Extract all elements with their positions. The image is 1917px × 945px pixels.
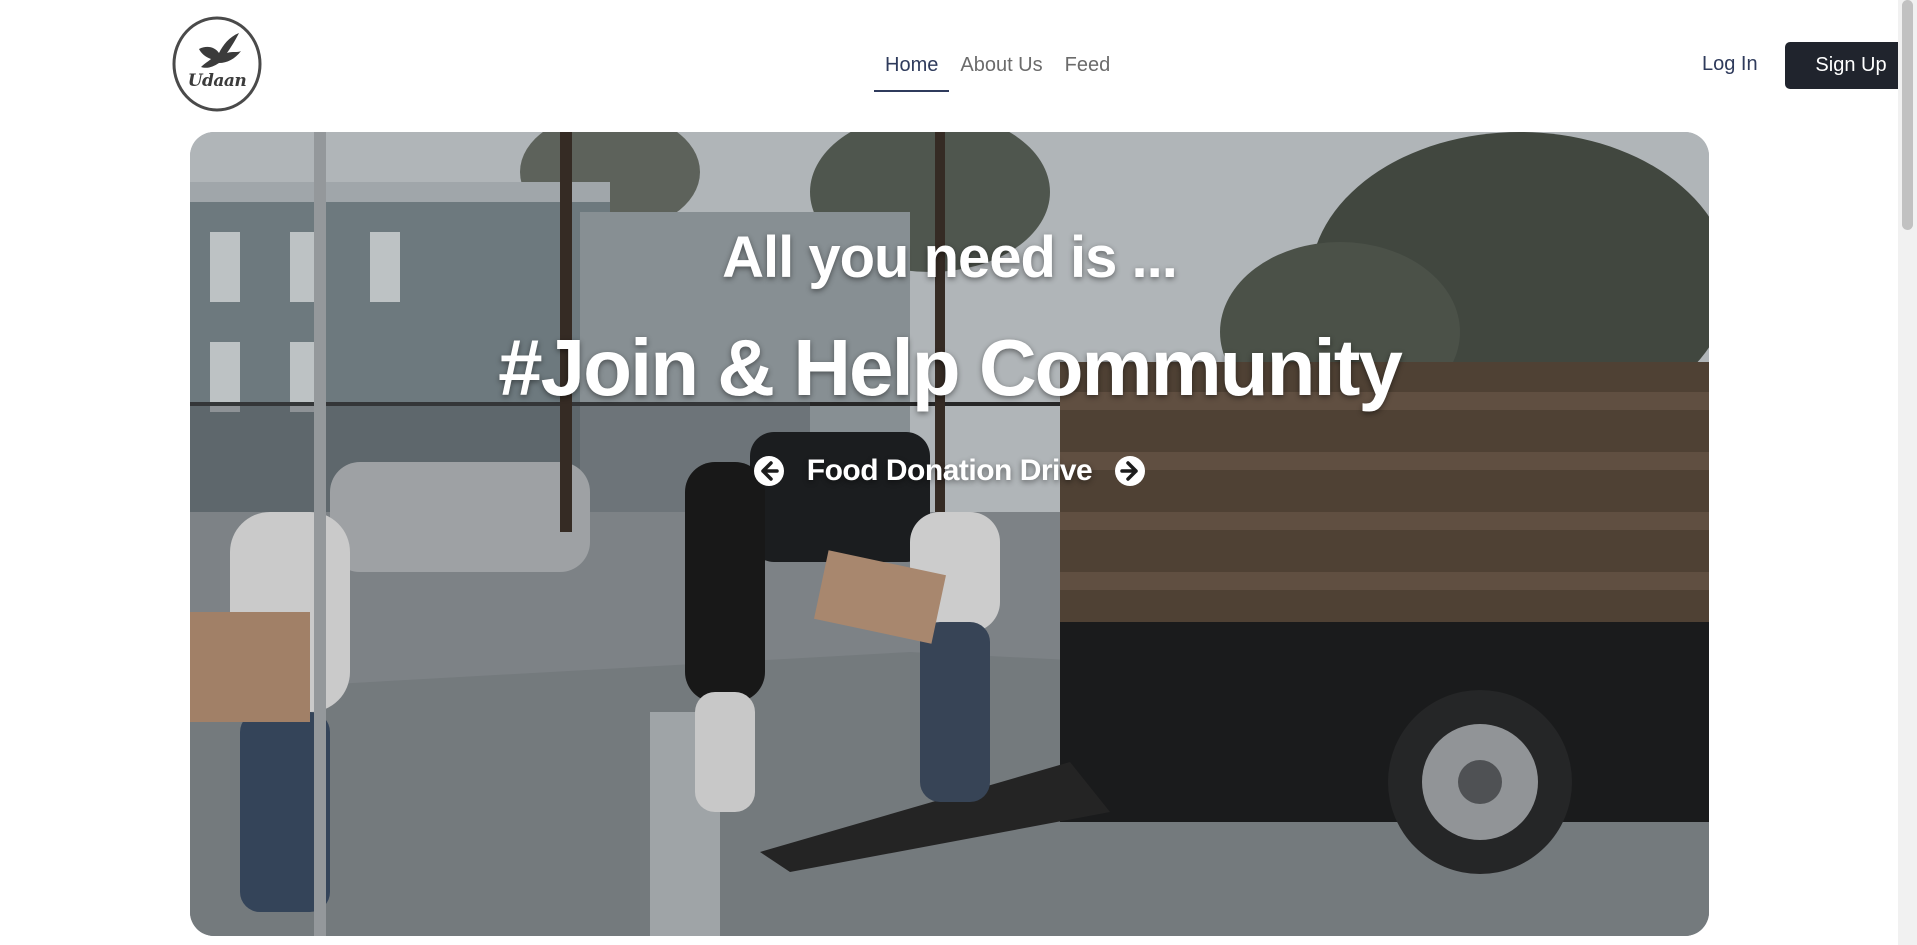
- page-scrollbar[interactable]: [1898, 0, 1917, 945]
- arrow-circle-right-icon[interactable]: [1114, 455, 1146, 487]
- bird-icon: [172, 16, 262, 112]
- nav-home[interactable]: Home: [874, 46, 950, 92]
- arrow-circle-left-icon[interactable]: [753, 455, 785, 487]
- brand-name: Udaan: [187, 71, 247, 91]
- nav-about-us[interactable]: About Us: [949, 46, 1053, 92]
- hero-headline: #Join & Help Community: [498, 323, 1403, 412]
- scrollbar-thumb[interactable]: [1902, 0, 1913, 230]
- login-link[interactable]: Log In: [1702, 53, 1758, 76]
- navbar: Udaan Home About Us Feed Log In Sign Up: [0, 0, 1917, 128]
- hero-tagline: All you need is ...: [722, 225, 1178, 290]
- carousel-slide-title: Food Donation Drive: [806, 454, 1093, 487]
- hero-carousel: All you need is ... #Join & Help Communi…: [190, 132, 1709, 936]
- main-nav: Home About Us Feed: [874, 46, 1121, 92]
- carousel-controls: Food Donation Drive: [190, 454, 1709, 488]
- nav-feed[interactable]: Feed: [1054, 46, 1122, 92]
- brand-logo[interactable]: Udaan: [171, 15, 263, 113]
